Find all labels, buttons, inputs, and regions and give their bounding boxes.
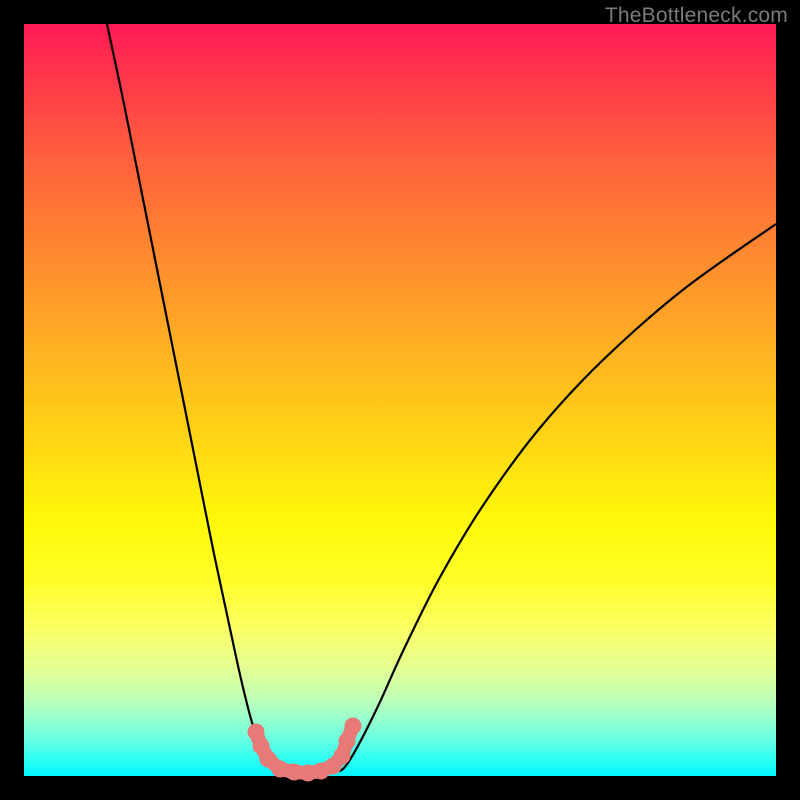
watermark-text: TheBottleneck.com <box>605 4 788 28</box>
marker-dot <box>339 733 356 750</box>
chart-canvas <box>24 24 776 776</box>
bottleneck-curve <box>107 24 776 774</box>
marker-dots <box>248 718 362 782</box>
plot-svg <box>24 24 776 776</box>
marker-dot <box>334 748 351 765</box>
marker-dot <box>345 718 362 735</box>
marker-dot <box>272 761 289 778</box>
